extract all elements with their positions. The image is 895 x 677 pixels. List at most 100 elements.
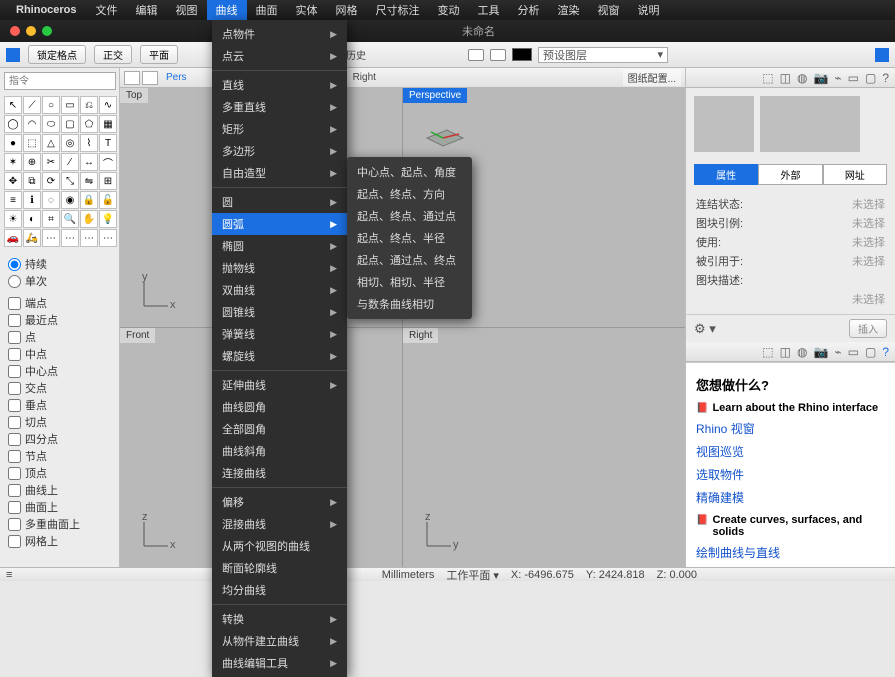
tool-ellipse[interactable]: ⬭	[42, 115, 60, 133]
menu-extend[interactable]: 延伸曲线▶	[212, 374, 347, 396]
menu-edittools[interactable]: 曲线编辑工具▶	[212, 652, 347, 674]
tool-rotate[interactable]: ⟳	[42, 172, 60, 190]
tool-layer[interactable]: ≡	[4, 191, 22, 209]
close-window-icon[interactable]	[10, 26, 20, 36]
record-history-icon[interactable]	[468, 49, 484, 61]
menu-polygon[interactable]: 多边形▶	[212, 140, 347, 162]
tool-explode[interactable]: ✶	[4, 153, 22, 171]
menu-pointcloud[interactable]: 点云▶	[212, 45, 347, 67]
app-name[interactable]: Rhinoceros	[16, 4, 77, 16]
menu-solid[interactable]: 实体	[287, 0, 327, 20]
menu-from2views[interactable]: 从两个视图的曲线	[212, 535, 347, 557]
tool-polygon[interactable]: ⬠	[80, 115, 98, 133]
tool-car[interactable]: 🚗	[4, 229, 22, 247]
menu-ellipse[interactable]: 椭圆▶	[212, 235, 347, 257]
paper-config-button[interactable]: 图纸配置...	[623, 69, 681, 86]
tool-scale[interactable]: ⤡	[61, 172, 79, 190]
menu-conic[interactable]: 圆锥线▶	[212, 301, 347, 323]
osnap-mode-persist[interactable]	[8, 258, 21, 271]
viewport-right-label[interactable]: Right	[403, 328, 438, 343]
camera-icon[interactable]: 📷	[813, 71, 828, 85]
materials-icon[interactable]: ◍	[797, 71, 807, 85]
command-input[interactable]	[4, 72, 116, 90]
light-icon[interactable]: ⌁	[834, 345, 841, 359]
tool-curve[interactable]: ∿	[99, 96, 117, 114]
help-link-select[interactable]: 选取物件	[696, 466, 885, 483]
grid-snap-button[interactable]: 锁定格点	[28, 45, 86, 64]
hamburger-icon[interactable]: ≡	[6, 569, 12, 581]
arc-tan-curves[interactable]: 与数条曲线相切	[347, 293, 472, 315]
menu-arc[interactable]: 圆弧▶	[212, 213, 347, 235]
sidebar-toggle-icon[interactable]	[6, 48, 20, 62]
tool-render[interactable]: ☀	[4, 210, 22, 228]
tool-join[interactable]: ⊕	[23, 153, 41, 171]
menu-help[interactable]: 说明	[629, 0, 669, 20]
menu-dimension[interactable]: 尺寸标注	[367, 0, 429, 20]
prop-tab-attr[interactable]: 属性	[694, 164, 758, 185]
osnap-near[interactable]	[8, 314, 21, 327]
tool-cylinder[interactable]: ⬚	[23, 134, 41, 152]
tool-bike[interactable]: 🛵	[23, 229, 41, 247]
layers-icon[interactable]: ⬚	[762, 71, 773, 85]
help-link-model[interactable]: 精确建模	[696, 489, 885, 506]
display-icon[interactable]: ▭	[848, 345, 859, 359]
layer-dropdown[interactable]: 预设图层▾	[538, 47, 668, 63]
menu-curve[interactable]: 曲线	[207, 0, 247, 20]
tool-fillet[interactable]: ⌒	[99, 153, 117, 171]
menu-hyperbola[interactable]: 双曲线▶	[212, 279, 347, 301]
status-cplane[interactable]: 工作平面 ▾	[446, 567, 499, 583]
tool-extend[interactable]: ↔	[80, 153, 98, 171]
arc-center-start-angle[interactable]: 中心点、起点、角度	[347, 161, 472, 183]
arc-start-end-radius[interactable]: 起点、终点、半径	[347, 227, 472, 249]
menu-blend[interactable]: 混接曲线▶	[212, 513, 347, 535]
menu-analyze[interactable]: 分析	[509, 0, 549, 20]
insert-button[interactable]: 插入	[849, 319, 887, 338]
minimize-window-icon[interactable]	[26, 26, 36, 36]
help-icon[interactable]: ?	[882, 71, 889, 85]
tool-hide[interactable]: ◌	[42, 191, 60, 209]
osnap-cen[interactable]	[8, 365, 21, 378]
vp-layout-1-icon[interactable]	[142, 71, 158, 85]
tool-arc[interactable]: ◠	[23, 115, 41, 133]
light-icon[interactable]: ⌁	[834, 71, 841, 85]
tool-misc4[interactable]: ⋯	[99, 229, 117, 247]
help-link-drawcurve[interactable]: 绘制曲线与直线	[696, 544, 885, 561]
vp-tab-perspective[interactable]: Pers	[160, 72, 193, 83]
menu-line[interactable]: 直线▶	[212, 74, 347, 96]
tool-trim[interactable]: ✂	[42, 153, 60, 171]
viewport-right[interactable]: Right zy	[403, 328, 685, 567]
ortho-button[interactable]: 正交	[94, 45, 132, 64]
menu-convert[interactable]: 转换▶	[212, 608, 347, 630]
color-swatch[interactable]	[512, 48, 532, 61]
viewport-top-label[interactable]: Top	[120, 88, 148, 103]
layers-icon[interactable]: ⬚	[762, 345, 773, 359]
tool-split[interactable]: ⁄	[61, 153, 79, 171]
menu-fillet[interactable]: 曲线圆角	[212, 396, 347, 418]
prop-tab-ext[interactable]: 外部	[758, 164, 822, 185]
tool-zoom[interactable]: 🔍	[61, 210, 79, 228]
tool-lock[interactable]: 🔒	[80, 191, 98, 209]
tool-mirror[interactable]: ⇋	[80, 172, 98, 190]
tool-wire[interactable]: ⌗	[42, 210, 60, 228]
tool-misc1[interactable]: ⋯	[42, 229, 60, 247]
arc-start-through-end[interactable]: 起点、通过点、终点	[347, 249, 472, 271]
gear-icon[interactable]: ⚙︎ ▾	[694, 321, 716, 337]
menu-render[interactable]: 渲染	[549, 0, 589, 20]
viewport-perspective-label[interactable]: Perspective	[403, 88, 467, 103]
osnap-perp[interactable]	[8, 399, 21, 412]
menu-mesh[interactable]: 网格	[327, 0, 367, 20]
right-panel-toggle-icon[interactable]	[875, 48, 889, 62]
osnap-end[interactable]	[8, 297, 21, 310]
tool-unlock[interactable]: 🔓	[99, 191, 117, 209]
menu-point[interactable]: 点物件▶	[212, 23, 347, 45]
osnap-vertex[interactable]	[8, 467, 21, 480]
tool-cone[interactable]: △	[42, 134, 60, 152]
menu-freeform[interactable]: 自由造型▶	[212, 162, 347, 184]
tool-rect-sel[interactable]: ▭	[61, 96, 79, 114]
osnap-quad[interactable]	[8, 433, 21, 446]
menu-window[interactable]: 视窗	[589, 0, 629, 20]
camera-icon[interactable]: 📷	[813, 345, 828, 359]
osnap-onpoly[interactable]	[8, 518, 21, 531]
tool-copy[interactable]: ⧉	[23, 172, 41, 190]
osnap-tan[interactable]	[8, 416, 21, 429]
